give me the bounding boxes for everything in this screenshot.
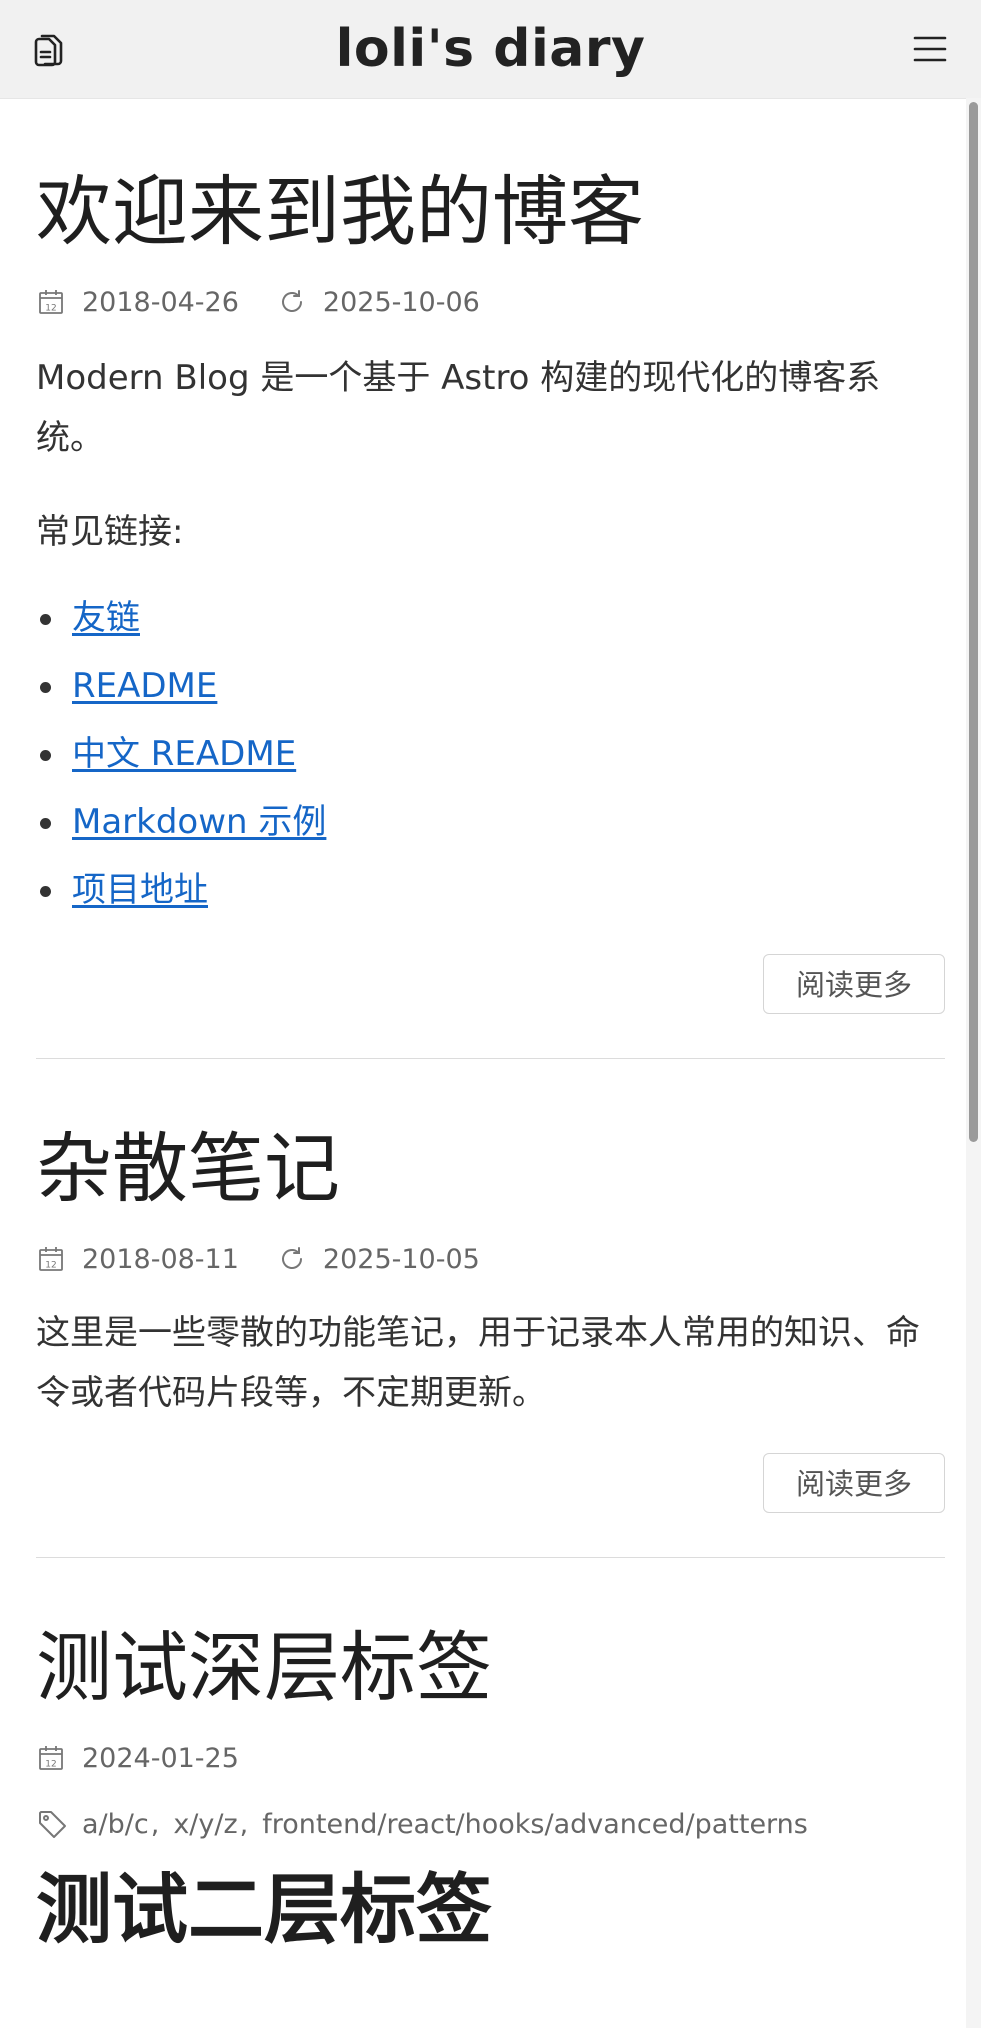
tag-separator: , — [239, 1808, 249, 1840]
updated-date-text: 2025-10-05 — [322, 1243, 480, 1275]
scrollbar-thumb[interactable] — [969, 102, 978, 1142]
published-date: 12 2018-08-11 — [36, 1244, 239, 1275]
post-divider — [36, 1557, 945, 1558]
published-date: 12 2024-01-25 — [36, 1743, 239, 1774]
list-item: 中文 README — [36, 720, 945, 788]
link-list: 友链 README 中文 README Markdown 示例 项目地址 — [36, 584, 945, 924]
post-card: 测试深层标签 12 2024-01-25 a/b/c , x/y/z , fro… — [36, 1620, 945, 1840]
read-more-button[interactable]: 阅读更多 — [763, 954, 945, 1014]
post-list: 欢迎来到我的博客 12 2018-04-26 2025-10-06 Modern… — [36, 98, 945, 1958]
post-meta: 12 2024-01-25 — [36, 1738, 945, 1778]
post-title[interactable]: 测试深层标签 — [36, 1620, 945, 1716]
post-divider — [36, 1058, 945, 1059]
markdown-example-link[interactable]: Markdown 示例 — [72, 802, 326, 842]
read-more-button[interactable]: 阅读更多 — [763, 1453, 945, 1513]
tag-link[interactable]: x/y/z — [173, 1809, 237, 1840]
post-meta: 12 2018-08-11 2025-10-05 — [36, 1239, 945, 1279]
calendar-icon: 12 — [39, 1247, 63, 1271]
page-scrollbar[interactable] — [966, 98, 981, 2028]
svg-text:12: 12 — [45, 304, 56, 314]
site-header: loli's diary — [0, 0, 981, 99]
post-excerpt: 这里是一些零散的功能笔记，用于记录本人常用的知识、命令或者代码片段等，不定期更新… — [36, 1313, 920, 1413]
list-item: 项目地址 — [36, 856, 945, 924]
tag-separator: , — [150, 1808, 160, 1840]
tag-link[interactable]: a/b/c — [82, 1809, 149, 1840]
project-link[interactable]: 项目地址 — [72, 870, 208, 910]
post-title[interactable]: 测试二层标签 — [36, 1862, 945, 1958]
read-more-row: 阅读更多 — [36, 1453, 945, 1513]
list-item: README — [36, 652, 945, 720]
post-card: 杂散笔记 12 2018-08-11 2025-10-05 这里是一些零散的功能… — [36, 1121, 945, 1513]
read-more-row: 阅读更多 — [36, 954, 945, 1014]
post-card: 测试二层标签 — [36, 1862, 945, 1958]
post-card: 欢迎来到我的博客 12 2018-04-26 2025-10-06 Modern… — [36, 164, 945, 1014]
updated-date: 2025-10-06 — [277, 287, 480, 318]
readme-link[interactable]: README — [72, 666, 217, 706]
published-date-text: 2018-08-11 — [82, 1243, 239, 1275]
published-date: 12 2018-04-26 — [36, 287, 239, 318]
calendar-icon: 12 — [39, 1746, 63, 1770]
calendar-icon: 12 — [39, 290, 63, 314]
svg-text:12: 12 — [45, 1760, 56, 1770]
post-meta: 12 2018-04-26 2025-10-06 — [36, 282, 945, 322]
updated-date: 2025-10-05 — [277, 1244, 480, 1275]
published-date-text: 2024-01-25 — [82, 1742, 239, 1774]
hamburger-menu-icon[interactable] — [912, 33, 948, 65]
chinese-readme-link[interactable]: 中文 README — [72, 734, 296, 774]
refresh-icon — [281, 290, 302, 312]
friends-link[interactable]: 友链 — [72, 598, 140, 638]
post-tags: a/b/c, x/y/z, frontend/react/hooks/advan… — [36, 1808, 945, 1840]
updated-date-text: 2025-10-06 — [322, 286, 480, 318]
post-title[interactable]: 欢迎来到我的博客 — [36, 164, 945, 260]
svg-text:12: 12 — [45, 1261, 56, 1271]
list-item: 友链 — [36, 584, 945, 652]
links-heading: 常见链接: — [36, 512, 184, 552]
tag-icon — [39, 1811, 66, 1838]
tag-link[interactable]: frontend/react/hooks/advanced/patterns — [262, 1809, 808, 1840]
post-title[interactable]: 杂散笔记 — [36, 1121, 945, 1217]
list-item: Markdown 示例 — [36, 788, 945, 856]
page: loli's diary 欢迎来到我的博客 12 2018-04-26 2025… — [0, 0, 981, 2028]
published-date-text: 2018-04-26 — [82, 286, 239, 318]
site-title[interactable]: loli's diary — [0, 14, 981, 84]
post-excerpt: Modern Blog 是一个基于 Astro 构建的现代化的博客系统。 — [36, 358, 881, 458]
refresh-icon — [281, 1247, 302, 1269]
